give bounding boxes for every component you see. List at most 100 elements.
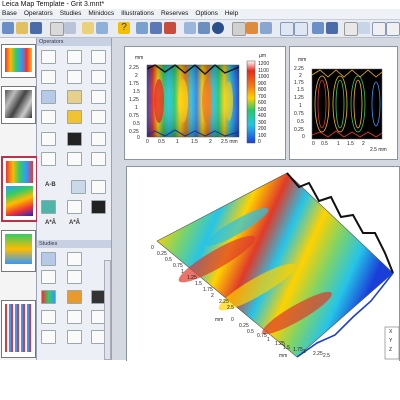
- scale-tick-label: 500: [258, 106, 267, 113]
- x-tick-label: 1: [176, 139, 179, 145]
- menu-minidocs[interactable]: Minidocs: [88, 9, 114, 19]
- 3d-view-icon[interactable]: [41, 270, 56, 284]
- page-thumbnail[interactable]: [1, 300, 36, 358]
- layout-icon[interactable]: [96, 22, 108, 34]
- table-icon[interactable]: [67, 310, 82, 324]
- y-unit-label: mm: [135, 55, 144, 61]
- flag-icon[interactable]: [164, 22, 176, 34]
- tile-icon[interactable]: [280, 22, 294, 36]
- rotate-icon[interactable]: [91, 50, 106, 64]
- page-thumbnail[interactable]: [1, 230, 36, 272]
- x-tick-label: 2.5: [227, 305, 234, 311]
- help-icon[interactable]: ?: [118, 22, 130, 34]
- form-removal-icon[interactable]: [67, 90, 82, 104]
- palette-icon[interactable]: [246, 22, 258, 34]
- crop-icon[interactable]: [41, 70, 56, 84]
- zoom-icon[interactable]: [82, 22, 94, 34]
- open-folder-icon[interactable]: [16, 22, 28, 34]
- star-icon[interactable]: [91, 200, 106, 214]
- scale-tick-label: 800: [258, 87, 267, 93]
- retouch-icon[interactable]: [41, 110, 56, 124]
- x-tick-label: 2.5 mm: [221, 139, 238, 145]
- measure-icon[interactable]: [184, 22, 196, 34]
- image-icon[interactable]: [198, 22, 210, 34]
- cascade-icon[interactable]: [294, 22, 308, 36]
- profile-icon[interactable]: [91, 70, 106, 84]
- operator-autocorrelation-label[interactable]: A*Â: [45, 220, 56, 226]
- x-tick-label: 2: [209, 139, 212, 145]
- y-tick-label: 2: [299, 73, 302, 79]
- threshold-icon[interactable]: [91, 90, 106, 104]
- histogram-icon[interactable]: [41, 290, 56, 304]
- menu-base[interactable]: Base: [2, 9, 17, 19]
- menu-operators[interactable]: Operators: [24, 9, 53, 19]
- copy-icon[interactable]: [64, 22, 76, 34]
- save-icon[interactable]: [30, 22, 42, 34]
- operator-intercorrelation-label[interactable]: A*Â: [69, 220, 80, 226]
- x-tick-label: 0.5: [165, 257, 172, 263]
- settings-icon[interactable]: [358, 22, 370, 34]
- contour-map-window[interactable]: mm 2.25 2 1.75 1.5 1.25 1 0.75 0.5 0.25 …: [289, 46, 398, 160]
- menu-reserves[interactable]: Reserves: [161, 9, 188, 19]
- photo-icon[interactable]: [67, 270, 82, 284]
- contour-icon[interactable]: [67, 252, 82, 266]
- mirror-icon[interactable]: [91, 132, 106, 146]
- fullscreen-icon[interactable]: [386, 22, 400, 36]
- menu-help[interactable]: Help: [225, 9, 238, 19]
- report-icon[interactable]: [312, 22, 324, 34]
- eye-icon[interactable]: [212, 22, 224, 34]
- bearing-icon[interactable]: [67, 290, 82, 304]
- y-tick-label: 0: [302, 134, 305, 140]
- filter-icon[interactable]: [41, 90, 56, 104]
- window-title: Leica Map Template - Grit 3.mnt*: [2, 1, 105, 8]
- close-icon[interactable]: [372, 22, 386, 36]
- y-tick-label: 2.25: [294, 66, 304, 72]
- export-icon[interactable]: [326, 22, 338, 34]
- menu-studies[interactable]: Studies: [60, 9, 82, 19]
- subtract-icon[interactable]: [71, 180, 86, 194]
- window-icon[interactable]: [232, 22, 246, 36]
- page-thumbnail[interactable]: [1, 44, 36, 78]
- 3d-view-window[interactable]: 0 0.25 0.5 0.75 1 1.25 1.5 1.75 2 2.25 2…: [126, 166, 400, 362]
- menu-options[interactable]: Options: [195, 9, 217, 19]
- new-document-icon[interactable]: [2, 22, 14, 34]
- shift-icon[interactable]: [41, 152, 56, 166]
- x-tick-label: 2.5 mm: [370, 147, 387, 153]
- scale-tick-label: 1200: [258, 61, 270, 67]
- pseudocolor-icon[interactable]: [41, 252, 56, 266]
- grid-icon[interactable]: [150, 22, 162, 34]
- scale-tick-label: 700: [258, 93, 267, 100]
- fill-icon[interactable]: [67, 110, 82, 124]
- print-icon[interactable]: [50, 22, 64, 36]
- page-icon[interactable]: [136, 22, 148, 34]
- merge-icon[interactable]: [91, 180, 106, 194]
- pseudocolor-map-window[interactable]: mm 2.25 2 1.75 1.5 1.25 1 0.75 0.5 0.25 …: [124, 46, 286, 160]
- fft-icon[interactable]: [41, 200, 56, 214]
- extract-icon[interactable]: [41, 132, 56, 146]
- page-thumbnail-selected[interactable]: [1, 156, 38, 222]
- menu-illustrations[interactable]: Illustrations: [121, 9, 154, 19]
- statistics-icon[interactable]: [41, 310, 56, 324]
- resample-icon[interactable]: [67, 70, 82, 84]
- patch-icon[interactable]: [91, 152, 106, 166]
- studies-scrollbar[interactable]: [104, 260, 111, 360]
- invert-icon[interactable]: [91, 110, 106, 124]
- frame-icon[interactable]: [260, 22, 272, 34]
- y-tick-label: 0.5: [247, 329, 254, 335]
- y-tick-label: 1.75: [294, 80, 304, 86]
- scale-tick-label: 300: [258, 119, 267, 126]
- documents-panel: [0, 38, 38, 360]
- contour-map: [311, 68, 383, 140]
- stitch-icon[interactable]: [67, 152, 82, 166]
- slope-icon[interactable]: [67, 330, 82, 344]
- text-icon[interactable]: [344, 22, 358, 36]
- binarize-icon[interactable]: [67, 132, 82, 146]
- level-icon[interactable]: [41, 50, 56, 64]
- volume-icon[interactable]: [41, 330, 56, 344]
- 3d-surface-view: [156, 172, 399, 360]
- page-thumbnail[interactable]: [1, 86, 36, 124]
- zoom-icon[interactable]: [67, 50, 82, 64]
- spectrum-icon[interactable]: [67, 200, 82, 214]
- y-tick-label: 1: [299, 103, 302, 109]
- operator-a-minus-b-label[interactable]: A-B: [45, 182, 56, 188]
